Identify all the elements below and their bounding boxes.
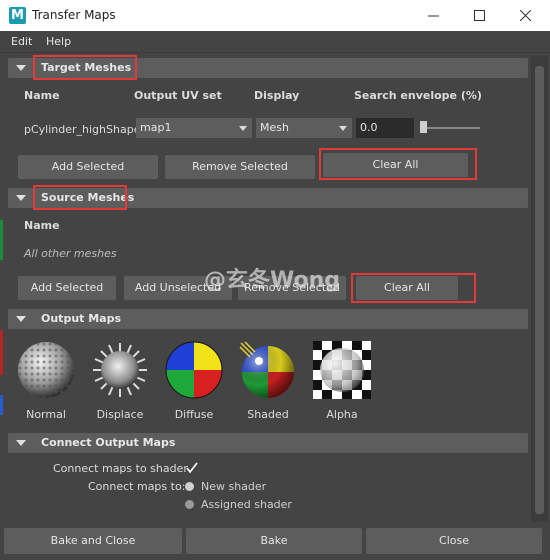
collapse-triangle-icon (16, 65, 26, 71)
search-envelope-field[interactable]: 0.0 (356, 118, 414, 138)
target-mesh-name[interactable]: pCylinder_highShape (24, 123, 140, 136)
footer-bar: Bake and Close Bake Close (0, 522, 550, 560)
target-clear-all-button[interactable]: Clear All (323, 153, 468, 177)
edge-artifact-blue (0, 395, 3, 415)
connect-to-shader-checkbox[interactable] (185, 461, 199, 475)
display-dropdown-arrow[interactable] (334, 118, 352, 138)
chevron-down-icon (339, 125, 347, 131)
connect-output-maps-title: Connect Output Maps (41, 436, 176, 449)
target-meshes-header[interactable]: Target Meshes (8, 58, 528, 78)
collapse-triangle-icon (16, 316, 26, 322)
displace-map-icon[interactable] (91, 341, 149, 399)
col-display: Display (254, 89, 300, 102)
bake-and-close-button[interactable]: Bake and Close (4, 528, 182, 554)
alpha-map-icon[interactable] (313, 341, 371, 399)
normal-map-icon[interactable] (17, 341, 75, 399)
close-window-button[interactable] (502, 0, 548, 31)
diffuse-map-icon[interactable] (165, 341, 223, 399)
target-meshes-title: Target Meshes (41, 61, 132, 74)
chevron-down-icon (239, 125, 247, 131)
source-col-name: Name (24, 219, 60, 232)
source-meshes-header[interactable]: Source Meshes (8, 188, 528, 208)
connect-output-maps-header[interactable]: Connect Output Maps (8, 433, 528, 453)
map-label-diffuse: Diffuse (174, 408, 214, 421)
display-dropdown[interactable]: Mesh (256, 118, 334, 138)
edge-artifact-red (0, 330, 3, 375)
watermark: @玄冬Wong (204, 268, 341, 293)
slider-handle[interactable] (420, 121, 427, 133)
search-envelope-slider[interactable] (422, 127, 480, 129)
window-title: Transfer Maps (32, 8, 116, 22)
scrollbar-thumb[interactable] (535, 66, 544, 514)
maya-app-icon: M (9, 7, 26, 24)
source-placeholder-row: All other meshes (24, 247, 117, 260)
connect-maps-to-label: Connect maps to: (88, 480, 186, 493)
radio-assigned-shader-label[interactable]: Assigned shader (201, 498, 292, 511)
col-name: Name (24, 89, 60, 102)
minimize-button[interactable] (410, 0, 456, 31)
maximize-icon (473, 10, 485, 21)
collapse-triangle-icon (16, 195, 26, 201)
target-remove-selected-button[interactable]: Remove Selected (165, 155, 315, 179)
menu-edit[interactable]: Edit (11, 35, 32, 48)
target-add-selected-button[interactable]: Add Selected (18, 155, 158, 179)
col-search-envelope: Search envelope (%) (354, 89, 482, 102)
close-button[interactable]: Close (366, 528, 542, 554)
map-label-shaded: Shaded (247, 408, 289, 421)
map-label-displace: Displace (96, 408, 144, 421)
connect-to-shader-label: Connect maps to shader (53, 462, 188, 475)
uv-set-dropdown[interactable]: map1 (136, 118, 234, 138)
bake-button[interactable]: Bake (186, 528, 362, 554)
menu-bar: Edit Help (0, 31, 550, 53)
radio-assigned-shader[interactable] (185, 500, 194, 509)
source-clear-all-button[interactable]: Clear All (356, 276, 458, 300)
source-meshes-title: Source Meshes (41, 191, 135, 204)
output-maps-title: Output Maps (41, 312, 122, 325)
collapse-triangle-icon (16, 440, 26, 446)
output-maps-header[interactable]: Output Maps (8, 309, 528, 329)
menu-help[interactable]: Help (46, 35, 71, 48)
map-label-alpha: Alpha (326, 408, 358, 421)
source-add-selected-button[interactable]: Add Selected (18, 276, 116, 300)
shaded-map-icon[interactable] (239, 341, 297, 399)
minimize-icon (427, 15, 439, 17)
uv-set-dropdown-arrow[interactable] (234, 118, 252, 138)
checkmark-icon (186, 462, 198, 474)
edge-artifact-green (0, 220, 3, 260)
map-label-normal: Normal (26, 408, 66, 421)
col-output-uv-set: Output UV set (134, 89, 222, 102)
maximize-button[interactable] (456, 0, 502, 31)
title-bar: M Transfer Maps (0, 0, 550, 31)
radio-new-shader-label[interactable]: New shader (201, 480, 266, 493)
vertical-scrollbar[interactable] (531, 56, 548, 522)
close-icon (519, 10, 531, 21)
radio-new-shader[interactable] (185, 482, 194, 491)
